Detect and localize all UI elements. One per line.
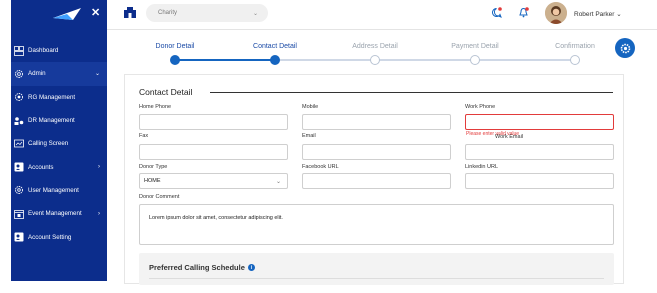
step-payment-detail[interactable]: Payment Detail xyxy=(430,43,520,50)
gear-icon xyxy=(620,43,630,53)
step-confirmation[interactable]: Confirmation xyxy=(530,43,620,50)
sidebar-item-label: User Management xyxy=(28,186,79,194)
organization-icon xyxy=(124,7,136,18)
work-email-label: Work Email xyxy=(495,134,524,140)
step-connector xyxy=(275,59,575,61)
linkedin-url-label: Linkedin URL xyxy=(465,164,499,170)
step-dot-address-detail xyxy=(370,55,380,65)
sidebar-item-user-management[interactable]: User Management xyxy=(11,179,107,202)
donor-type-value: HOME xyxy=(144,178,161,184)
donor-comment-field[interactable]: Lorem ipsum dolor sit amet, consectetur … xyxy=(139,204,614,245)
contact-detail-form: Contact Detail Home Phone Mobile Work Ph… xyxy=(124,74,624,285)
app-logo xyxy=(53,8,81,20)
preferred-calling-schedule-section: Preferred Calling Schedule i xyxy=(139,253,614,285)
sidebar-item-dr-management[interactable]: DR Management xyxy=(11,109,107,132)
sidebar-item-label: Calling Screen xyxy=(28,140,69,148)
schedule-divider xyxy=(149,278,604,279)
sidebar-item-admin[interactable]: Admin ⌄ xyxy=(11,62,107,86)
chat-notification-icon[interactable] xyxy=(491,7,502,18)
email-label: Email xyxy=(302,133,316,139)
sidebar-item-label: RG Management xyxy=(28,93,76,101)
avatar[interactable] xyxy=(545,2,567,24)
linkedin-url-field[interactable] xyxy=(465,173,614,189)
settings-button[interactable] xyxy=(615,38,635,58)
sidebar-item-rg-management[interactable]: RG Management xyxy=(11,86,107,109)
sidebar-item-calling-screen[interactable]: Calling Screen xyxy=(11,132,107,155)
chevron-right-icon: › xyxy=(98,164,100,171)
step-dot-payment-detail xyxy=(470,55,480,65)
sidebar-item-label: Admin xyxy=(28,70,46,78)
event-management-icon xyxy=(14,209,24,219)
sidebar-item-dashboard[interactable]: Dashboard xyxy=(11,39,107,62)
accounts-icon xyxy=(14,162,24,172)
chevron-down-icon: ⌄ xyxy=(275,178,281,185)
facebook-url-field[interactable] xyxy=(302,173,451,189)
account-setting-icon xyxy=(14,232,24,242)
donor-type-label: Donor Type xyxy=(139,164,168,170)
fax-label: Fax xyxy=(139,133,149,139)
step-dot-confirmation xyxy=(570,55,580,65)
sidebar: ✕ Dashboard Admin ⌄ RG Management DR Man… xyxy=(11,0,107,281)
sidebar-item-account-setting[interactable]: Account Setting xyxy=(11,225,107,248)
close-sidebar-icon[interactable]: ✕ xyxy=(91,6,100,19)
home-phone-label: Home Phone xyxy=(139,104,172,110)
sidebar-nav: Dashboard Admin ⌄ RG Management DR Manag… xyxy=(11,39,107,249)
work-email-field[interactable] xyxy=(465,144,614,160)
donor-comment-label: Donor Comment xyxy=(139,194,180,200)
step-contact-detail[interactable]: Contact Detail xyxy=(230,43,320,50)
email-field[interactable] xyxy=(302,144,451,160)
mobile-field[interactable] xyxy=(302,114,451,130)
user-name: Robert Parker xyxy=(574,11,615,18)
sidebar-item-label: Account Setting xyxy=(28,233,72,241)
user-management-icon xyxy=(14,185,24,195)
mobile-label: Mobile xyxy=(302,104,319,110)
sidebar-item-label: Event Management xyxy=(28,210,82,218)
dr-management-icon xyxy=(14,116,24,126)
dashboard-icon xyxy=(14,45,24,56)
chevron-down-icon: ⌄ xyxy=(94,71,100,78)
info-icon[interactable]: i xyxy=(247,264,255,271)
bell-notification-icon[interactable] xyxy=(518,7,529,18)
form-title: Contact Detail xyxy=(139,87,193,97)
top-bar: Charity ⌄ Robert Parker ⌄ xyxy=(107,0,657,30)
work-phone-field[interactable] xyxy=(465,114,614,130)
fax-field[interactable] xyxy=(139,144,288,160)
sidebar-item-accounts[interactable]: Accounts › xyxy=(11,155,107,178)
sidebar-item-event-management[interactable]: Event Management › xyxy=(11,202,107,225)
step-donor-detail[interactable]: Donor Detail xyxy=(130,43,220,50)
sidebar-item-label: Dashboard xyxy=(28,47,59,55)
title-divider xyxy=(210,92,613,93)
step-connector-progress xyxy=(175,59,275,61)
facebook-url-label: Facebook URL xyxy=(302,164,339,170)
step-dot-contact-detail xyxy=(270,55,280,65)
preferred-calling-schedule-title: Preferred Calling Schedule i xyxy=(149,263,255,272)
chevron-down-icon: ⌄ xyxy=(252,10,258,17)
calling-screen-icon xyxy=(14,139,24,149)
rg-management-icon xyxy=(14,92,24,102)
step-dot-donor-detail xyxy=(170,55,180,65)
home-phone-field[interactable] xyxy=(139,114,288,130)
chevron-right-icon: › xyxy=(98,210,100,217)
admin-gear-icon xyxy=(14,69,24,79)
organization-select[interactable]: Charity ⌄ xyxy=(146,4,268,22)
work-phone-label: Work Phone xyxy=(465,104,496,110)
chevron-down-icon: ⌄ xyxy=(616,11,622,18)
user-name-menu[interactable]: Robert Parker ⌄ xyxy=(574,10,622,18)
organization-select-value: Charity xyxy=(158,10,178,16)
preferred-calling-schedule-label: Preferred Calling Schedule xyxy=(149,263,245,272)
sidebar-item-label: DR Management xyxy=(28,117,75,125)
step-address-detail[interactable]: Address Detail xyxy=(330,43,420,50)
wizard-stepper: Donor Detail Contact Detail Address Deta… xyxy=(124,38,624,68)
donor-type-select[interactable]: HOME ⌄ xyxy=(139,173,288,189)
sidebar-item-label: Accounts xyxy=(28,163,54,171)
